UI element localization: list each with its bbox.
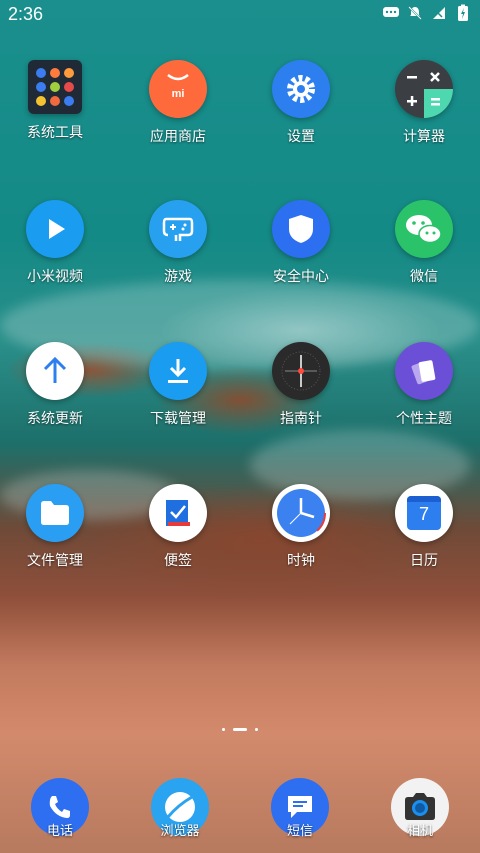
wechat-icon: [395, 200, 453, 258]
folder-icon: [28, 60, 82, 114]
app-label: 安全中心: [273, 268, 329, 284]
app-app-store[interactable]: mi 应用商店: [123, 60, 233, 146]
dock-browser[interactable]: 浏览器: [120, 778, 240, 839]
dock-label: 电话: [46, 823, 73, 838]
app-mi-video[interactable]: 小米视频: [0, 200, 110, 286]
app-label: 系统工具: [27, 124, 83, 140]
app-label: 下载管理: [150, 410, 206, 426]
message-icon: [382, 4, 400, 22]
app-wechat[interactable]: 微信: [369, 200, 479, 286]
calculator-icon: [395, 60, 453, 118]
app-clock[interactable]: 时钟: [246, 484, 356, 570]
app-calendar[interactable]: 7 日历: [369, 484, 479, 570]
shopping-bag-icon: mi: [149, 60, 207, 118]
page-indicator[interactable]: [0, 728, 480, 731]
dock-label: 相机: [406, 823, 433, 838]
battery-charging-icon: [454, 4, 472, 22]
page-dot: [255, 728, 258, 731]
app-label: 设置: [287, 128, 315, 144]
gear-icon: [272, 60, 330, 118]
calendar-day: 7: [418, 504, 429, 524]
app-compass[interactable]: 指南针: [246, 342, 356, 428]
dock-camera[interactable]: 相机: [360, 778, 480, 839]
app-label: 游戏: [164, 268, 192, 284]
cards-icon: [395, 342, 453, 400]
page-dot-active: [233, 728, 247, 731]
download-icon: [149, 342, 207, 400]
app-label: 微信: [410, 268, 438, 284]
dock-label: 短信: [286, 823, 313, 838]
app-settings[interactable]: 设置: [246, 60, 356, 146]
arrow-up-icon: [26, 342, 84, 400]
note-icon: [149, 484, 207, 542]
dock-label: 浏览器: [160, 823, 200, 838]
app-notes[interactable]: 便签: [123, 484, 233, 570]
app-games[interactable]: 游戏: [123, 200, 233, 286]
dock-phone[interactable]: 电话: [0, 778, 120, 839]
calendar-icon: 7: [395, 484, 453, 542]
app-system-tools[interactable]: 系统工具: [0, 60, 110, 142]
status-time: 2:36: [8, 4, 44, 24]
app-label: 个性主题: [396, 410, 452, 426]
no-signal-icon: [430, 4, 448, 22]
shield-icon: [272, 200, 330, 258]
app-label: 应用商店: [150, 128, 206, 144]
app-label: 便签: [164, 552, 192, 568]
mi-logo: mi: [171, 88, 185, 100]
app-download-manager[interactable]: 下载管理: [123, 342, 233, 428]
app-label: 指南针: [280, 410, 322, 426]
app-file-manager[interactable]: 文件管理: [0, 484, 110, 570]
app-themes[interactable]: 个性主题: [369, 342, 479, 428]
app-label: 日历: [410, 552, 438, 568]
app-label: 文件管理: [27, 552, 83, 568]
gamepad-icon: [149, 200, 207, 258]
dock-messages[interactable]: 短信: [240, 778, 360, 839]
app-security-center[interactable]: 安全中心: [246, 200, 356, 286]
app-label: 计算器: [403, 128, 445, 144]
bell-mute-icon: [406, 4, 424, 22]
folder-icon: [26, 484, 84, 542]
app-label: 小米视频: [27, 268, 83, 284]
compass-icon: [272, 342, 330, 400]
status-bar: 2:36: [0, 0, 480, 28]
app-label: 系统更新: [27, 410, 83, 426]
app-system-update[interactable]: 系统更新: [0, 342, 110, 428]
app-calculator[interactable]: 计算器: [369, 60, 479, 146]
page-dot: [222, 728, 225, 731]
clock-icon: [272, 484, 330, 542]
play-icon: [26, 200, 84, 258]
app-label: 时钟: [287, 552, 315, 568]
